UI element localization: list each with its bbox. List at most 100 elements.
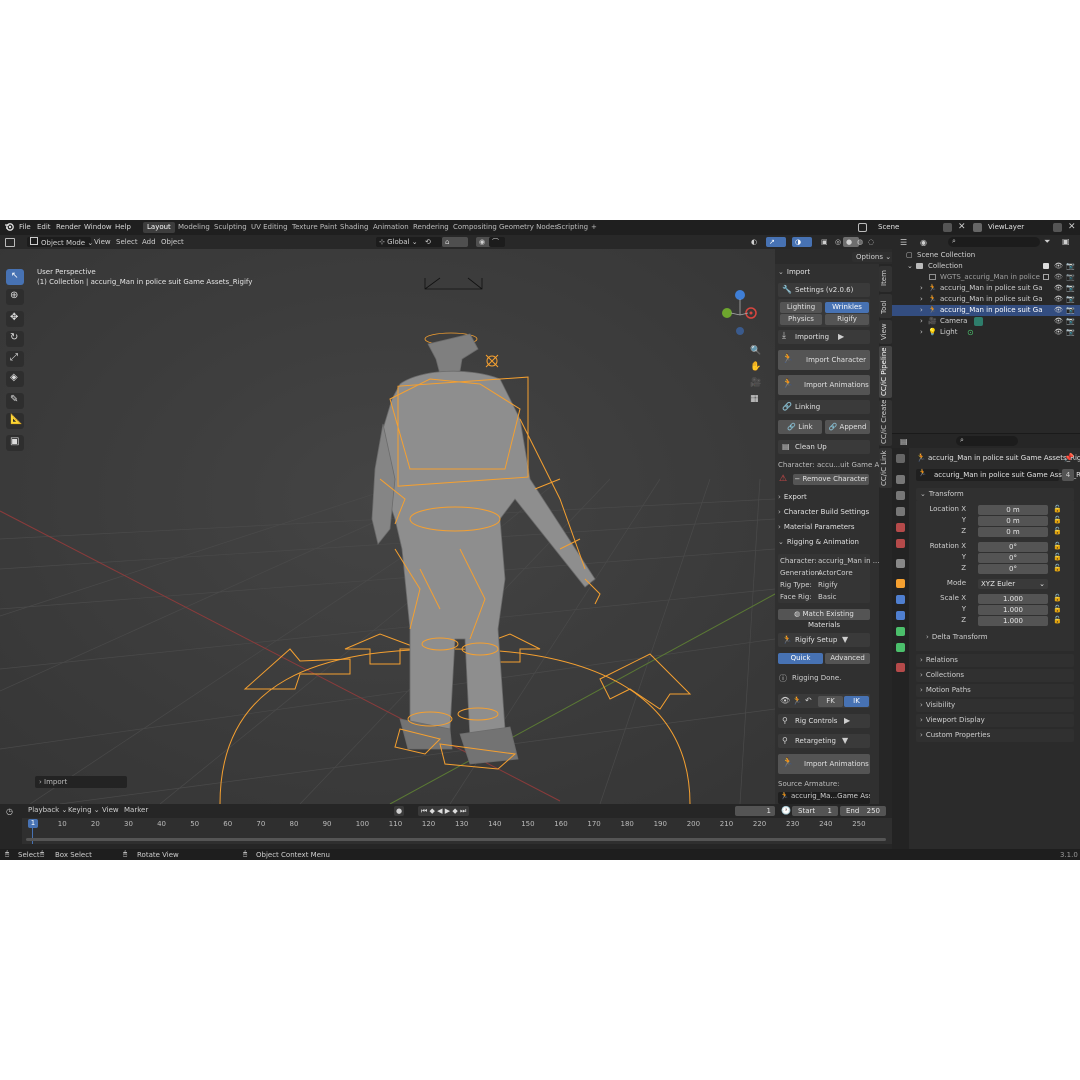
outliner-row-armature-1[interactable]: › 🏃 accurig_Man in police suit Game As 👁… [892, 283, 1080, 294]
keying-menu[interactable]: Keying ⌄ [65, 805, 103, 815]
source-armature-field[interactable]: 🏃 accurig_Ma...Game Assets [778, 792, 870, 804]
camera-view-icon[interactable]: 🎥 [750, 378, 761, 388]
tab-modeling[interactable]: Modeling [174, 222, 214, 233]
jump-start-icon[interactable]: ⏮ [421, 807, 427, 815]
eye-icon[interactable]: 👁 [1054, 294, 1063, 305]
object-tab-icon[interactable] [896, 579, 905, 588]
timeline-scrollbar[interactable] [26, 838, 886, 841]
eye-icon[interactable]: 👁 [1054, 283, 1063, 294]
import-character-button[interactable]: 🏃 Import Character [778, 350, 870, 370]
rotation-x-field[interactable]: 0° [978, 542, 1048, 552]
play-icon[interactable]: ▶ [445, 807, 450, 815]
section-export[interactable]: › Export [778, 493, 807, 501]
scale-y-field[interactable]: 1.000 [978, 605, 1048, 615]
tool-tab-icon[interactable] [896, 454, 905, 463]
lock-icon[interactable]: 🔓 [1053, 616, 1062, 624]
append-button[interactable]: 🔗 Append [825, 420, 870, 434]
pin-icon[interactable]: 📌 [1064, 453, 1074, 462]
prev-key-icon[interactable]: ◆ [430, 807, 435, 815]
timeline-view-menu[interactable]: View [99, 805, 122, 815]
tab-sculpting[interactable]: Sculpting [210, 222, 251, 233]
menu-help[interactable]: Help [115, 223, 131, 231]
sidebar-tab-item[interactable]: Item [879, 266, 892, 292]
sidebar-tab-view[interactable]: View [879, 320, 892, 344]
lock-icon[interactable]: 🔓 [1053, 527, 1062, 535]
link-button[interactable]: 🔗 Link [778, 420, 822, 434]
3d-viewport[interactable]: User Perspective (1) Collection | accuri… [0, 249, 775, 804]
scene-tab-icon[interactable] [896, 523, 905, 532]
delete-scene-icon[interactable]: ✕ [958, 223, 967, 232]
scene-name[interactable]: Scene [878, 223, 899, 231]
measure-tool[interactable]: 📐 [6, 413, 24, 429]
menu-render[interactable]: Render [56, 223, 81, 231]
constraint-tab-icon[interactable] [896, 627, 905, 636]
mode-selector[interactable]: Object Mode ⌄ [27, 237, 93, 247]
viewport-options-button[interactable]: Options ⌄ [852, 252, 896, 262]
sidebar-tab-tool[interactable]: Tool [879, 294, 892, 318]
checkbox-icon[interactable] [1043, 274, 1049, 280]
blender-logo-icon[interactable] [4, 222, 14, 232]
eye-icon[interactable]: 👁 [1054, 327, 1063, 338]
scene-icon[interactable] [858, 223, 867, 232]
menu-add[interactable]: Add [139, 237, 159, 247]
camera-render-icon[interactable]: 📷 [1066, 272, 1075, 283]
lock-icon[interactable]: 🔓 [1053, 605, 1062, 613]
linking-row[interactable]: 🔗 Linking [778, 400, 870, 414]
viewlayer-name[interactable]: ViewLayer [988, 223, 1024, 231]
tab-animation[interactable]: Animation [369, 222, 413, 233]
lock-icon[interactable]: 🔓 [1053, 564, 1062, 572]
clean-up-row[interactable]: ▤ Clean Up [778, 440, 870, 454]
section-character-build[interactable]: › Character Build Settings [778, 508, 869, 516]
rigify-setup-row[interactable]: 🏃 Rigify Setup ▼ [778, 633, 870, 647]
view-layer-tab-icon[interactable] [896, 507, 905, 516]
collections-panel-header[interactable]: › Collections [916, 669, 1074, 682]
delete-viewlayer-icon[interactable]: ✕ [1068, 222, 1076, 232]
location-z-field[interactable]: 0 m [978, 527, 1048, 537]
collection-tab-icon[interactable] [896, 559, 905, 568]
scale-x-field[interactable]: 1.000 [978, 594, 1048, 604]
new-collection-icon[interactable]: ▣ [1062, 237, 1070, 246]
overlay-toggle-icon[interactable]: ◑ [792, 237, 812, 247]
camera-render-icon[interactable]: 📷 [1066, 305, 1075, 316]
add-workspace-button[interactable]: + [587, 222, 601, 233]
eye-icon[interactable]: 👁 [1054, 261, 1063, 272]
output-tab-icon[interactable] [896, 491, 905, 500]
camera-render-icon[interactable]: 📷 [1066, 261, 1075, 272]
tab-rigify[interactable]: Rigify [825, 314, 869, 325]
match-materials-button[interactable]: ◍ Match Existing Materials [778, 609, 870, 629]
viewport-display-panel-header[interactable]: › Viewport Display [916, 714, 1074, 727]
import-panel-header[interactable]: ⌄ Import [778, 268, 810, 276]
tab-geometry-nodes[interactable]: Geometry Nodes [495, 222, 562, 233]
import-animations-button-2[interactable]: 🏃 Import Animations [778, 754, 870, 774]
lock-icon[interactable]: 🔓 [1053, 553, 1062, 561]
scale-z-field[interactable]: 1.000 [978, 616, 1048, 626]
camera-render-icon[interactable]: 📷 [1066, 294, 1075, 305]
ik-button[interactable]: IK [844, 696, 869, 707]
eye-icon[interactable]: 👁 [1054, 316, 1063, 327]
move-tool[interactable]: ✥ [6, 311, 24, 327]
quick-button[interactable]: Quick [778, 653, 823, 664]
tab-rendering[interactable]: Rendering [409, 222, 453, 233]
tab-compositing[interactable]: Compositing [449, 222, 501, 233]
lock-icon[interactable]: 🔓 [1053, 542, 1062, 550]
rotation-z-field[interactable]: 0° [978, 564, 1048, 574]
delta-transform-header[interactable]: › Delta Transform [926, 633, 988, 641]
eye-icon[interactable]: 👁 [1054, 305, 1063, 316]
visibility-icon[interactable]: ◐ [748, 237, 760, 247]
playback-menu[interactable]: Playback ⌄ [25, 805, 70, 815]
advanced-button[interactable]: Advanced [825, 653, 870, 664]
sidebar-tab-cc-create[interactable]: CC/iC Create [879, 400, 892, 446]
select-box-tool[interactable]: ↖ [6, 269, 24, 285]
end-frame-field[interactable]: End 250 [840, 806, 886, 816]
custom-properties-panel-header[interactable]: › Custom Properties [916, 729, 1074, 742]
sidebar-tab-cc-link[interactable]: CC/iC Link [879, 448, 892, 488]
outliner-row-camera[interactable]: › 🎥 Camera 👁 📷 [892, 316, 1080, 327]
clock-icon[interactable]: 🕐 [781, 806, 791, 815]
outliner-row-collection[interactable]: ⌄ Collection 👁 📷 [892, 261, 1080, 272]
outliner-row-wgts[interactable]: WGTS_accurig_Man in police suit Ga 👁 📷 [892, 272, 1080, 283]
location-y-field[interactable]: 0 m [978, 516, 1048, 526]
playback-controls[interactable]: ⏮ ◆ ◀ ▶ ◆ ⏭ [418, 806, 470, 816]
outliner-scene-collection[interactable]: ▢ Scene Collection [892, 250, 1080, 261]
eye-icon[interactable]: 👁 [1054, 272, 1063, 283]
relations-panel-header[interactable]: › Relations [916, 654, 1074, 667]
